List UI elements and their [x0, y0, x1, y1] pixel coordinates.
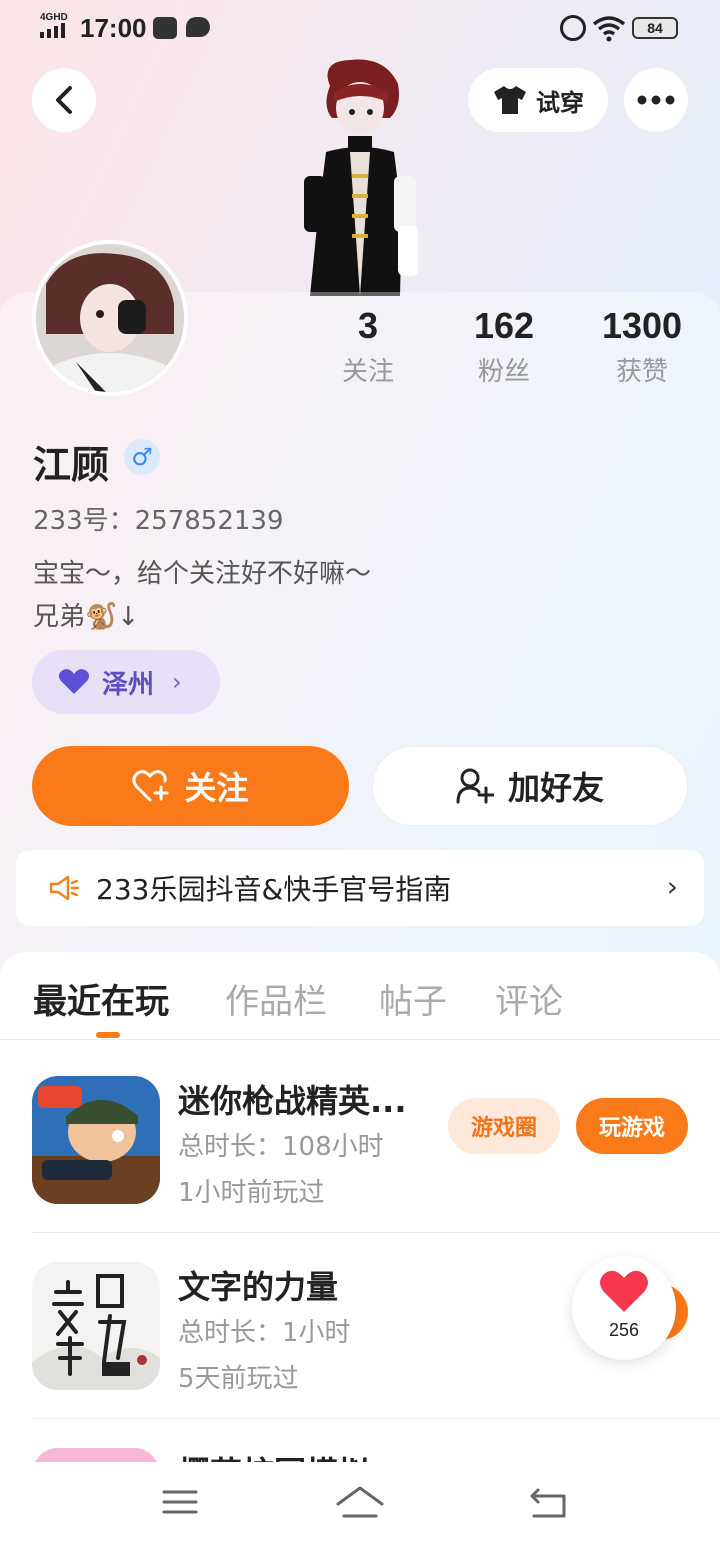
back-nav-icon[interactable] — [518, 1482, 578, 1522]
profile-tabs: 最近在玩 作品栏 帖子 评论 — [0, 952, 720, 1040]
game-last-played: 1小时前玩过 — [178, 1178, 325, 1208]
user-name: 江顾 — [33, 443, 110, 487]
stat-likes-value: 1300 — [601, 305, 683, 346]
wifi-icon — [592, 16, 626, 42]
game-icon — [32, 1076, 160, 1204]
home-icon[interactable] — [330, 1482, 390, 1522]
cp-tag[interactable]: 泽州 › — [32, 650, 220, 714]
bio-line-1: 宝宝～，给个关注好不好嘛～ — [33, 559, 372, 589]
more-dots-icon — [637, 95, 675, 105]
tab-active-indicator — [96, 1032, 120, 1038]
mail-notification-icon — [153, 17, 177, 39]
stat-likes[interactable]: 1300 获赞 — [572, 305, 712, 388]
stat-likes-label: 获赞 — [615, 357, 668, 387]
menu-icon[interactable] — [150, 1482, 210, 1522]
stat-fans-label: 粉丝 — [477, 357, 530, 387]
tab-recent-play[interactable]: 最近在玩 — [33, 974, 169, 1023]
game-title: 樱花校园模拟 — [178, 1448, 370, 1462]
game-row[interactable]: 迷你枪战精英... 总时长：108小时 1小时前玩过 游戏圈 玩游戏 — [0, 1040, 720, 1226]
follow-button[interactable]: 关注 — [32, 746, 349, 826]
stat-fans[interactable]: 162 粉丝 — [434, 305, 574, 388]
game-icon — [32, 1262, 160, 1390]
chat-notification-icon — [186, 17, 210, 37]
stat-fans-value: 162 — [473, 305, 535, 346]
game-duration: 总时长：108小时 — [178, 1132, 384, 1162]
stat-following-label: 关注 — [341, 357, 394, 387]
tab-posts[interactable]: 帖子 — [379, 974, 447, 1023]
battery-indicator: 84 — [632, 17, 678, 39]
game-duration: 总时长：1小时 — [178, 1318, 351, 1348]
status-bar: 4GHD 17:00 84 — [0, 0, 720, 56]
follow-label: 关注 — [184, 769, 249, 807]
heart-icon — [600, 1270, 648, 1312]
heart-icon — [58, 669, 90, 694]
stat-following[interactable]: 3 关注 — [298, 305, 438, 388]
game-row[interactable]: 樱花校园模拟 — [0, 1412, 720, 1462]
alarm-icon — [560, 15, 586, 41]
play-game-button[interactable]: 玩游戏 — [576, 1098, 688, 1154]
stat-following-value: 3 — [357, 305, 379, 346]
add-friend-label: 加好友 — [507, 769, 604, 807]
cp-tag-label: 泽州 — [102, 669, 155, 700]
like-count: 256 — [608, 1320, 640, 1340]
heart-plus-icon — [132, 770, 169, 802]
try-on-button[interactable]: 试穿 — [468, 68, 608, 132]
avatar[interactable] — [32, 240, 188, 396]
signal-icon: 4GHD — [38, 12, 72, 40]
game-circle-button[interactable]: 游戏圈 — [448, 1098, 560, 1154]
content-panel: 最近在玩 作品栏 帖子 评论 迷你枪战精英... 总时长：108小时 1小时前玩… — [0, 952, 720, 1462]
network-type: 4GHD — [40, 12, 68, 23]
tab-works[interactable]: 作品栏 — [225, 974, 327, 1023]
chevron-right-icon: › — [666, 870, 678, 903]
chevron-left-icon — [56, 86, 72, 114]
game-last-played: 5天前玩过 — [178, 1364, 299, 1394]
megaphone-icon — [49, 875, 80, 901]
game-icon — [32, 1448, 160, 1462]
back-button[interactable] — [32, 68, 96, 132]
tshirt-icon — [494, 86, 526, 114]
announcement-text: 233乐园抖音&快手官号指南 — [96, 873, 452, 906]
chevron-right-icon: › — [172, 668, 182, 696]
system-nav-bar — [0, 1462, 720, 1544]
announcement-banner[interactable]: 233乐园抖音&快手官号指南 › — [16, 850, 704, 926]
avatar-character-figure — [304, 59, 418, 296]
more-options-button[interactable] — [624, 68, 688, 132]
add-user-icon — [456, 768, 494, 804]
game-title: 文字的力量 — [178, 1268, 339, 1306]
status-time: 17:00 — [80, 13, 147, 43]
floating-like-button[interactable]: 256 — [572, 1256, 676, 1360]
add-friend-button[interactable]: 加好友 — [372, 746, 688, 826]
male-gender-icon: ♂ — [124, 439, 160, 475]
game-title: 迷你枪战精英... — [178, 1082, 407, 1120]
tab-comments[interactable]: 评论 — [495, 974, 563, 1023]
avatar-image — [36, 244, 184, 392]
bio-line-2: 兄弟🐒↓ — [33, 602, 140, 632]
user-id: 233号：257852139 — [33, 506, 284, 536]
try-on-label: 试穿 — [536, 88, 584, 117]
